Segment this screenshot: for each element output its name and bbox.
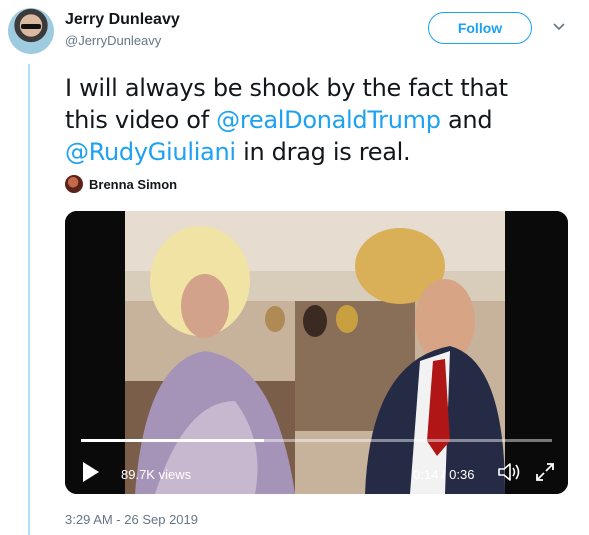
video-time: 0:14 / 0:36 [413, 467, 475, 482]
video-player[interactable]: 89.7K views 0:14 / 0:36 [65, 211, 568, 494]
sunglasses-icon [21, 24, 41, 29]
mention-link-rudygiuliani[interactable]: @RudyGiuliani [65, 138, 236, 166]
chevron-down-icon[interactable] [552, 22, 566, 32]
video-frame [65, 211, 568, 494]
tweet-text-segment: this video of [65, 106, 217, 134]
author-handle[interactable]: @JerryDunleavy [65, 33, 161, 48]
view-count: 89.7K views [121, 467, 192, 482]
attribution-avatar [65, 175, 83, 193]
tweet-text: I will always be shook by the fact that … [65, 72, 565, 168]
thread-line [28, 64, 30, 535]
volume-icon[interactable] [497, 461, 521, 483]
follow-button[interactable]: Follow [428, 12, 532, 44]
tweet-text-segment: in drag is real. [235, 138, 411, 166]
tweet-timestamp[interactable]: 3:29 AM - 26 Sep 2019 [65, 512, 198, 527]
progress-bar-fill [81, 439, 265, 442]
progress-bar[interactable] [81, 439, 552, 442]
tweet-text-segment: and [440, 106, 493, 134]
author-display-name[interactable]: Jerry Dunleavy [65, 11, 180, 29]
tweet-text-line1: I will always be shook by the fact that [65, 74, 508, 102]
play-icon[interactable] [82, 461, 100, 483]
attribution-name[interactable]: Brenna Simon [89, 177, 177, 192]
author-avatar[interactable] [8, 8, 54, 54]
fullscreen-icon[interactable] [535, 462, 555, 482]
mention-link-realdonaldtrump[interactable]: @realDonaldTrump [216, 106, 441, 134]
video-attribution[interactable]: Brenna Simon [65, 175, 177, 193]
